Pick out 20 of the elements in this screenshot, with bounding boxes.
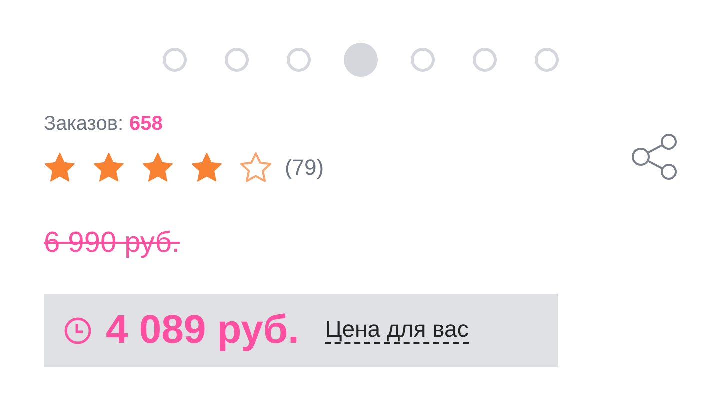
carousel-dot[interactable] bbox=[224, 48, 248, 72]
carousel-dot[interactable] bbox=[162, 48, 186, 72]
carousel-dot[interactable] bbox=[472, 48, 496, 72]
personal-price-link[interactable]: Цена для вас bbox=[325, 316, 469, 344]
clock-icon bbox=[64, 316, 92, 344]
star-icon bbox=[93, 152, 125, 183]
carousel-dot[interactable] bbox=[410, 48, 434, 72]
carousel-dot[interactable] bbox=[344, 43, 378, 77]
current-price: 4 089 руб. bbox=[106, 308, 300, 353]
old-price: 6 990 руб. bbox=[44, 227, 180, 260]
star-icon bbox=[191, 152, 223, 183]
star-icon bbox=[240, 152, 272, 183]
carousel-dot[interactable] bbox=[286, 48, 310, 72]
carousel-dot[interactable] bbox=[534, 48, 558, 72]
star-icon bbox=[142, 152, 174, 183]
review-count: (79) bbox=[285, 154, 324, 180]
share-icon[interactable] bbox=[631, 133, 679, 181]
orders-count: 658 bbox=[130, 113, 163, 136]
orders-label: Заказов: bbox=[44, 113, 124, 136]
star-icon bbox=[44, 152, 76, 183]
